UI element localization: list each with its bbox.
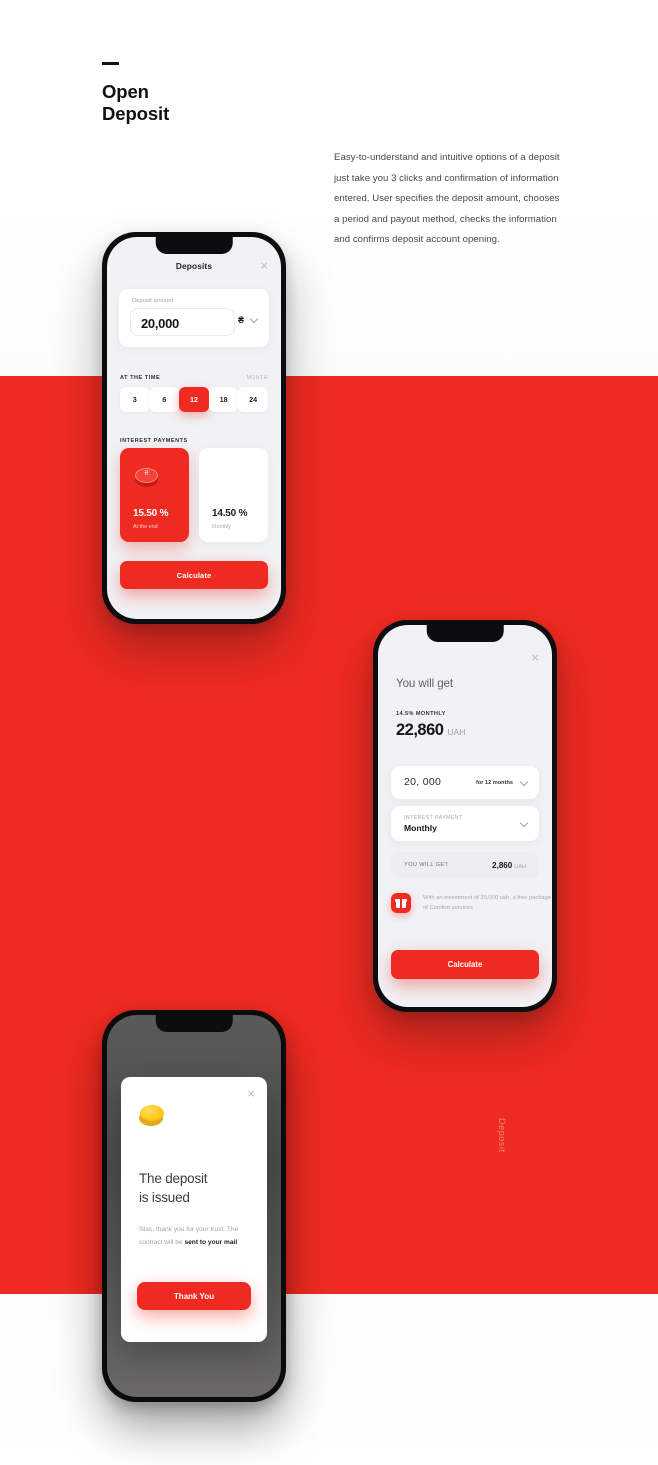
promo-text: With an investment of 20,000 uah, a free… <box>423 895 551 911</box>
close-icon[interactable]: × <box>247 1087 255 1100</box>
calculate-button[interactable]: Calculate <box>391 950 539 979</box>
confirmation-body: Stas, thank you for your trust. The cont… <box>139 1224 249 1249</box>
you-will-get-amount: 2,860 UAH <box>492 861 526 870</box>
interest-payment-options: ₴ 15.50 % At the end 14.50 % Monthly <box>120 448 268 542</box>
total-payout-amount: 22,860 UAH <box>396 721 465 740</box>
chevron-down-icon[interactable] <box>249 314 259 324</box>
vertical-deposit-label: Deposit <box>497 1118 507 1153</box>
background-red-band <box>0 376 658 1294</box>
interest-period: Monthly <box>212 524 231 530</box>
amount-period-row[interactable]: 20, 000 for 12 months <box>391 766 539 799</box>
rate-kicker: 14.5% MONTHLY <box>396 711 446 717</box>
interest-payment-label: INTEREST PAYMENT <box>404 815 463 821</box>
deposit-amount-value: 20,000 <box>141 316 179 331</box>
confirmation-title: The deposit is issued <box>139 1169 208 1207</box>
interest-percent: 14.50 % <box>212 508 248 519</box>
you-will-get-value: 2,860 <box>492 861 513 870</box>
you-will-get-label: YOU WILL GET <box>404 862 449 868</box>
at-the-time-section-header: AT THE TIME MONTH <box>120 375 268 381</box>
interest-payment-value: Monthly <box>404 823 437 833</box>
term-option-18[interactable]: 18 <box>208 387 239 412</box>
section-label-interest: INTEREST PAYMENTS <box>120 438 188 444</box>
you-will-get-unit: UAH <box>514 864 526 870</box>
interest-option-monthly[interactable]: 14.50 % Monthly <box>199 448 268 542</box>
calculate-button[interactable]: Calculate <box>120 561 268 589</box>
close-icon[interactable]: × <box>531 651 539 664</box>
chevron-down-icon[interactable] <box>519 777 529 787</box>
phone-mockup-you-will-get: × You will get 14.5% MONTHLY 22,860 UAH 2… <box>373 620 557 1012</box>
phone-screen: Deposits × Deposit amount 20,000 ₴ AT TH… <box>107 237 281 619</box>
currency-value[interactable]: ₴ <box>238 315 244 325</box>
term-option-3[interactable]: 3 <box>120 387 150 412</box>
section-label-time: AT THE TIME <box>120 375 161 381</box>
deposit-amount-card: Deposit amount 20,000 ₴ <box>119 289 269 347</box>
interest-payments-section-header: INTEREST PAYMENTS <box>120 438 268 444</box>
phone-screen: × You will get 14.5% MONTHLY 22,860 UAH 2… <box>378 625 552 1007</box>
interest-period: At the end <box>133 524 158 530</box>
phone-notch <box>155 1015 233 1032</box>
phone-notch <box>426 625 504 642</box>
term-option-12[interactable]: 12 <box>179 387 209 412</box>
deposit-amount-label: Deposit amount <box>132 298 174 304</box>
chevron-down-icon[interactable] <box>519 818 529 828</box>
page-title-line1: Open <box>102 81 149 102</box>
close-icon[interactable]: × <box>260 259 268 272</box>
term-option-6[interactable]: 6 <box>149 387 180 412</box>
header-dash-rule <box>102 62 119 65</box>
page-title-line2: Deposit <box>102 103 170 124</box>
interest-option-at-the-end[interactable]: ₴ 15.50 % At the end <box>120 448 189 542</box>
phone-mockup-deposits: Deposits × Deposit amount 20,000 ₴ AT TH… <box>102 232 286 624</box>
interest-percent: 15.50 % <box>133 508 169 519</box>
you-will-get-summary: YOU WILL GET 2,860 UAH <box>391 852 539 879</box>
page-title: Open Deposit <box>102 81 169 125</box>
gold-coin-icon <box>138 1103 166 1127</box>
total-payout-value: 22,860 <box>396 721 444 739</box>
intro-paragraph: Easy-to-understand and intuitive options… <box>334 152 560 246</box>
page-header: Open Deposit <box>102 62 169 125</box>
interest-payment-row[interactable]: INTEREST PAYMENT Monthly <box>391 806 539 841</box>
phone-mockup-confirmation: × The deposit is issued Stas, thank you … <box>102 1010 286 1402</box>
total-payout-unit: UAH <box>447 727 466 737</box>
gift-icon <box>391 893 411 913</box>
term-selector: 3 6 12 18 24 <box>120 387 268 412</box>
confirmation-title-line1: The deposit <box>139 1171 208 1186</box>
screen-title: Deposits <box>175 261 213 271</box>
period-value: for 12 months <box>476 780 513 786</box>
phone-notch <box>155 237 233 254</box>
screen-title: You will get <box>396 677 454 690</box>
background-bottom-band <box>0 1294 658 1465</box>
section-unit-month: MONTH <box>246 375 268 381</box>
confirmation-title-line2: is issued <box>139 1190 190 1205</box>
confirmation-modal: × The deposit is issued Stas, thank you … <box>121 1077 267 1342</box>
term-option-24[interactable]: 24 <box>238 387 268 412</box>
phone-screen: × The deposit is issued Stas, thank you … <box>107 1015 281 1397</box>
amount-value: 20, 000 <box>404 776 442 788</box>
thank-you-button[interactable]: Thank You <box>137 1282 251 1310</box>
deposit-amount-input[interactable]: 20,000 <box>130 308 235 336</box>
coin-icon: ₴ <box>134 466 160 487</box>
confirmation-body-bold: sent to your mail <box>184 1238 238 1246</box>
